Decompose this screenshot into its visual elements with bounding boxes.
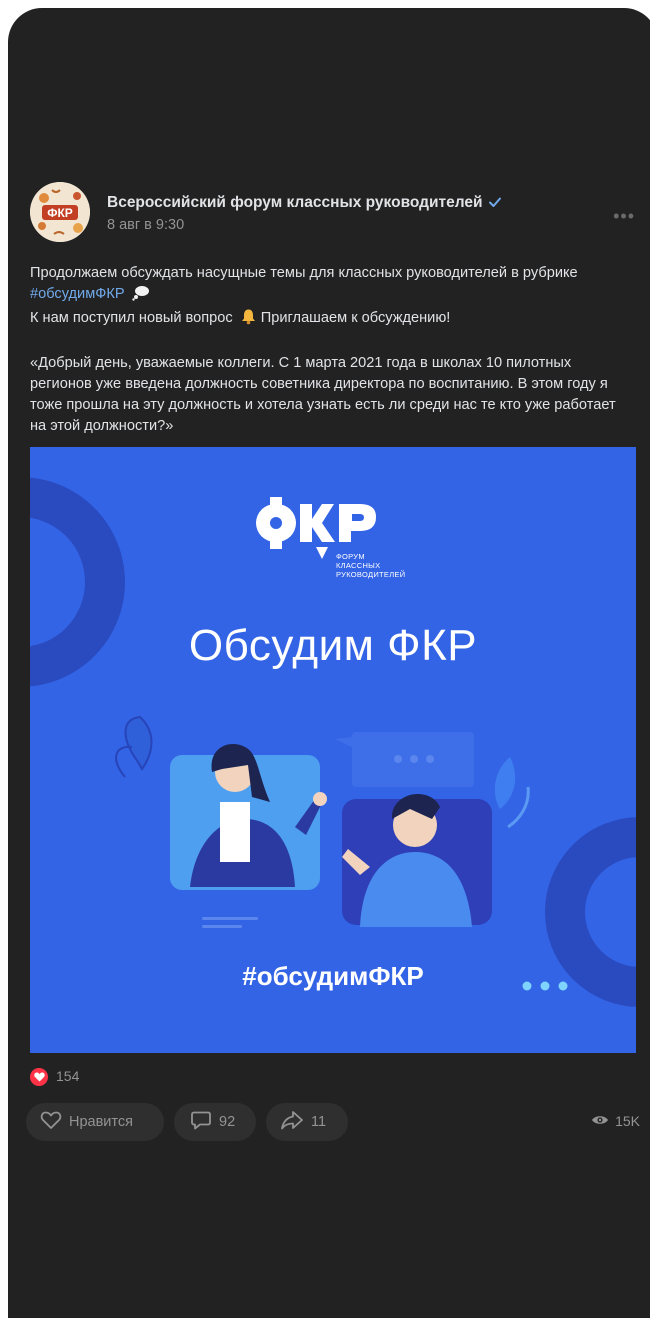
phone-frame: ФКР Всероссийский форум классных руковод… <box>8 8 650 1318</box>
post-actions: Нравится 92 11 15K <box>26 1103 640 1143</box>
author-name[interactable]: Всероссийский форум классных руководител… <box>107 194 502 214</box>
share-icon <box>280 1110 311 1134</box>
post-quote: «Добрый день, уважаемые коллеги. С 1 мар… <box>30 355 616 434</box>
views-count: 15K <box>615 1113 640 1129</box>
share-button[interactable]: 11 <box>266 1103 348 1141</box>
eye-icon <box>591 1113 615 1129</box>
post-date[interactable]: 8 авг в 9:30 <box>107 217 184 233</box>
comments-count: 92 <box>219 1114 236 1130</box>
post-image[interactable]: ФОРУМ КЛАССНЫХ РУКОВОДИТЕЛЕЙ Обсудим ФКР… <box>30 447 636 1053</box>
post-text: Продолжаем обсуждать насущные темы для к… <box>30 263 620 437</box>
like-label: Нравится <box>69 1114 133 1130</box>
hashtag-link[interactable]: #обсудимФКР <box>30 286 125 302</box>
more-options-icon[interactable]: ••• <box>613 206 635 227</box>
avatar-text: ФКР <box>47 206 73 220</box>
author-name-text: Всероссийский форум классных руководител… <box>107 194 483 211</box>
image-title: Обсудим ФКР <box>188 621 478 670</box>
logo-sub-line1: ФОРУМ <box>336 552 365 561</box>
like-button[interactable]: Нравится <box>26 1103 164 1141</box>
thought-bubble-icon <box>131 285 150 308</box>
heart-outline-icon <box>40 1110 69 1134</box>
post-text-line2: К нам поступил новый вопрос <box>30 310 237 326</box>
comment-icon <box>190 1110 219 1134</box>
likes-count: 154 <box>56 1068 80 1084</box>
logo-sub-line2: КЛАССНЫХ <box>336 561 381 570</box>
verified-icon <box>488 195 502 214</box>
post: ФКР Всероссийский форум классных руковод… <box>26 180 640 1143</box>
image-logo-subtitle: ФОРУМ КЛАССНЫХ РУКОВОДИТЕЛЕЙ <box>336 552 405 579</box>
shares-count: 11 <box>311 1114 327 1130</box>
views-counter: 15K <box>591 1113 640 1129</box>
heart-reaction-icon <box>30 1068 48 1086</box>
post-text-line2b: Приглашаем к обсуждению! <box>256 310 451 326</box>
comments-button[interactable]: 92 <box>174 1103 256 1141</box>
logo-sub-line3: РУКОВОДИТЕЛЕЙ <box>336 570 406 579</box>
avatar[interactable]: ФКР <box>30 182 90 242</box>
image-hashtag: #обсудимФКР <box>242 961 424 991</box>
post-text-line1: Продолжаем обсуждать насущные темы для к… <box>30 265 578 281</box>
reactions-summary[interactable]: 154 <box>30 1063 640 1103</box>
post-header: ФКР Всероссийский форум классных руковод… <box>30 180 640 250</box>
bell-icon <box>240 308 257 332</box>
